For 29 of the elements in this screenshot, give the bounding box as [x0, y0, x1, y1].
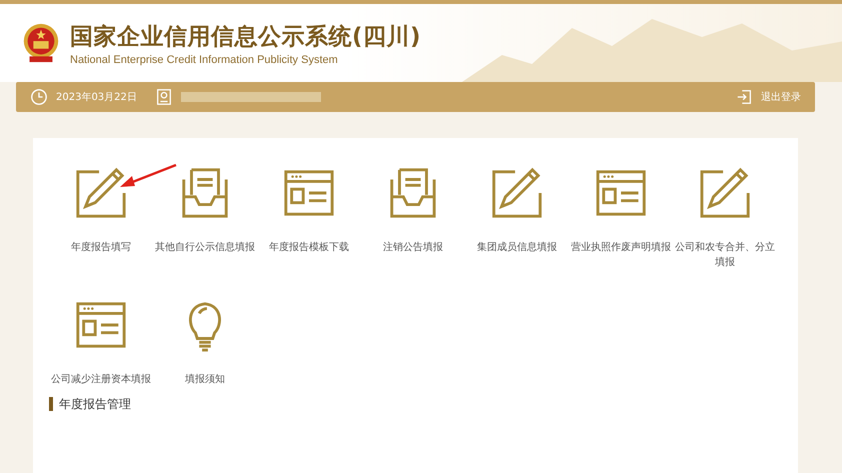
section-heading: 年度报告管理: [49, 397, 784, 411]
user-icon: [154, 88, 173, 106]
clock-icon: [30, 88, 48, 106]
function-entry[interactable]: 集团成员信息填报: [465, 166, 569, 270]
function-entry[interactable]: 营业执照作废声明填报: [569, 166, 673, 270]
pencil-icon: [74, 166, 128, 220]
entry-label: 年度报告模板下载: [268, 240, 350, 255]
site-subtitle: National Enterprise Credit Information Publicity System: [70, 54, 339, 66]
function-entry[interactable]: 填报须知: [153, 298, 257, 387]
function-entry[interactable]: 公司和农专合并、分立填报: [673, 166, 777, 270]
logout-icon: [735, 88, 753, 106]
entry-label: 填报须知: [184, 372, 226, 387]
function-entry[interactable]: 年度报告模板下载: [257, 166, 361, 270]
entry-label: 公司和农专合并、分立填报: [674, 240, 776, 270]
pencil-icon: [698, 166, 752, 220]
function-entry[interactable]: 其他自行公示信息填报: [153, 166, 257, 270]
entry-label: 注销公告填报: [382, 240, 444, 255]
entry-label: 其他自行公示信息填报: [154, 240, 256, 255]
site-title: 国家企业信用信息公示系统(四川): [70, 22, 422, 52]
entry-label: 营业执照作废声明填报: [570, 240, 672, 255]
annotation-arrow: [118, 163, 178, 189]
function-entry[interactable]: 注销公告填报: [361, 166, 465, 270]
pencil-icon: [490, 166, 544, 220]
function-entry[interactable]: 年度报告填写: [49, 166, 153, 270]
date-text: 2023年03月22日: [56, 91, 137, 104]
entry-label: 年度报告填写: [70, 240, 132, 255]
entry-label: 集团成员信息填报: [476, 240, 558, 255]
function-entry[interactable]: 公司减少注册资本填报: [49, 298, 153, 387]
entry-label: 公司减少注册资本填报: [50, 372, 152, 387]
